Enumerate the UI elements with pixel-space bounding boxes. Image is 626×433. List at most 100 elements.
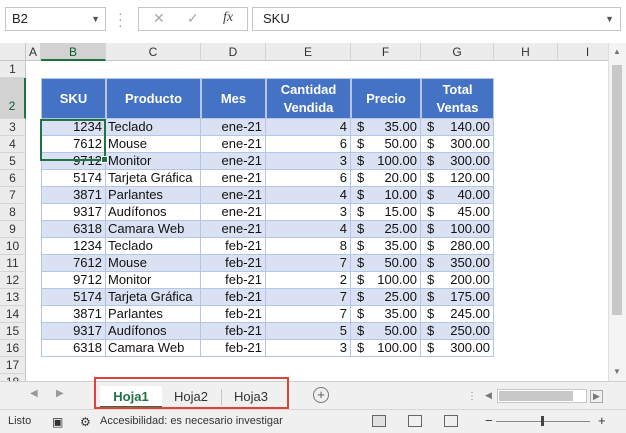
cell-producto[interactable]: Tarjeta Gráfica	[106, 289, 201, 306]
page-layout-view-icon[interactable]	[408, 415, 422, 427]
row-header[interactable]: 7	[0, 187, 26, 204]
name-box[interactable]: B2 ▼	[5, 7, 106, 31]
cell-total[interactable]: $250.00	[421, 323, 494, 340]
cancel-icon[interactable]: ✕	[153, 10, 165, 27]
page-break-view-icon[interactable]	[444, 415, 458, 427]
header-mes[interactable]: Mes	[201, 78, 266, 119]
cell-cantidad[interactable]: 2	[266, 272, 351, 289]
header-cantidad-vendida[interactable]: Cantidad Vendida	[266, 78, 351, 119]
cell-cantidad[interactable]: 3	[266, 153, 351, 170]
cell-cantidad[interactable]: 4	[266, 221, 351, 238]
column-header-a[interactable]: A	[26, 43, 41, 61]
row-header[interactable]: 8	[0, 204, 26, 221]
zoom-in-icon[interactable]: +	[598, 413, 606, 428]
row-header[interactable]: 13	[0, 289, 26, 306]
cell-sku[interactable]: 3871	[41, 306, 106, 323]
cell-precio[interactable]: $25.00	[351, 221, 421, 238]
cell-total[interactable]: $280.00	[421, 238, 494, 255]
column-header-d[interactable]: D	[201, 43, 266, 61]
cell-precio[interactable]: $100.00	[351, 340, 421, 357]
cell-precio[interactable]: $20.00	[351, 170, 421, 187]
accessibility-icon[interactable]: ⚙	[80, 415, 91, 429]
vertical-scroll-thumb[interactable]	[612, 65, 622, 315]
row-header[interactable]: 3	[0, 119, 26, 136]
cell-mes[interactable]: ene-21	[201, 119, 266, 136]
row-header[interactable]: 10	[0, 238, 26, 255]
row-header[interactable]: 2	[0, 78, 26, 119]
header-precio[interactable]: Precio	[351, 78, 421, 119]
cell-precio[interactable]: $35.00	[351, 119, 421, 136]
cell-mes[interactable]: feb-21	[201, 238, 266, 255]
row-header[interactable]: 12	[0, 272, 26, 289]
row-header[interactable]: 4	[0, 136, 26, 153]
header-sku[interactable]: SKU	[41, 78, 106, 119]
cell-producto[interactable]: Mouse	[106, 255, 201, 272]
cell-producto[interactable]: Camara Web	[106, 221, 201, 238]
row-header[interactable]: 5	[0, 153, 26, 170]
cell-total[interactable]: $245.00	[421, 306, 494, 323]
scroll-right-icon[interactable]: ▶	[590, 390, 603, 403]
column-header-b[interactable]: B	[41, 43, 106, 61]
vertical-scrollbar[interactable]: ▲ ▼	[608, 43, 626, 381]
cell-producto[interactable]: Camara Web	[106, 340, 201, 357]
cell-precio[interactable]: $15.00	[351, 204, 421, 221]
column-header-h[interactable]: H	[494, 43, 558, 61]
zoom-slider-knob[interactable]	[541, 416, 544, 426]
enter-icon[interactable]: ✓	[187, 10, 199, 27]
select-all-corner[interactable]	[0, 43, 26, 61]
cell-cantidad[interactable]: 4	[266, 119, 351, 136]
zoom-out-icon[interactable]: −	[485, 413, 493, 428]
cell-total[interactable]: $45.00	[421, 204, 494, 221]
cell-precio[interactable]: $35.00	[351, 238, 421, 255]
cell-producto[interactable]: Teclado	[106, 119, 201, 136]
name-box-dropdown-icon[interactable]: ▼	[91, 8, 100, 30]
tab-scroll-right-icon[interactable]: ▶	[56, 388, 64, 399]
cell-total[interactable]: $300.00	[421, 340, 494, 357]
cell-precio[interactable]: $100.00	[351, 153, 421, 170]
normal-view-icon[interactable]	[372, 415, 386, 427]
cell-cantidad[interactable]: 5	[266, 323, 351, 340]
expand-formula-icon[interactable]: ▼	[605, 8, 614, 30]
row-header[interactable]: 6	[0, 170, 26, 187]
cell-mes[interactable]: feb-21	[201, 272, 266, 289]
cell-cantidad[interactable]: 6	[266, 170, 351, 187]
row-header[interactable]: 18	[0, 374, 26, 381]
cell-cantidad[interactable]: 7	[266, 289, 351, 306]
cell-mes[interactable]: ene-21	[201, 153, 266, 170]
cell-total[interactable]: $200.00	[421, 272, 494, 289]
scroll-down-icon[interactable]: ▼	[613, 367, 621, 376]
cell-total[interactable]: $175.00	[421, 289, 494, 306]
add-sheet-icon[interactable]: +	[313, 387, 329, 403]
cell-producto[interactable]: Tarjeta Gráfica	[106, 170, 201, 187]
cell-precio[interactable]: $50.00	[351, 323, 421, 340]
cell-cantidad[interactable]: 4	[266, 187, 351, 204]
row-header[interactable]: 1	[0, 61, 26, 78]
cell-precio[interactable]: $50.00	[351, 136, 421, 153]
insert-function-icon[interactable]: fx	[223, 10, 233, 26]
cell-producto[interactable]: Teclado	[106, 238, 201, 255]
cell-sku[interactable]: 7612	[41, 255, 106, 272]
cell-sku[interactable]: 1234	[41, 238, 106, 255]
cell-cantidad[interactable]: 8	[266, 238, 351, 255]
cell-producto[interactable]: Monitor	[106, 272, 201, 289]
cell-total[interactable]: $120.00	[421, 170, 494, 187]
row-header[interactable]: 9	[0, 221, 26, 238]
cell-precio[interactable]: $10.00	[351, 187, 421, 204]
cell-producto[interactable]: Parlantes	[106, 306, 201, 323]
worksheet-grid[interactable]: A B C D E F G H I 1 2 3 4 5 6 7 8 9 10 1…	[0, 43, 608, 381]
cell-sku[interactable]: 5174	[41, 170, 106, 187]
cell-mes[interactable]: ene-21	[201, 136, 266, 153]
cell-precio[interactable]: $35.00	[351, 306, 421, 323]
row-header[interactable]: 11	[0, 255, 26, 272]
cell-producto[interactable]: Mouse	[106, 136, 201, 153]
cell-precio[interactable]: $50.00	[351, 255, 421, 272]
scroll-left-icon[interactable]: ◀	[485, 390, 492, 401]
cell-cantidad[interactable]: 7	[266, 255, 351, 272]
cell-sku[interactable]: 5174	[41, 289, 106, 306]
macro-record-icon[interactable]: ▣	[52, 415, 63, 429]
cell-sku[interactable]: 9317	[41, 204, 106, 221]
header-total-ventas[interactable]: Total Ventas	[421, 78, 494, 119]
scroll-up-icon[interactable]: ▲	[613, 47, 621, 56]
column-header-c[interactable]: C	[106, 43, 201, 61]
cell-sku[interactable]: 9712	[41, 272, 106, 289]
